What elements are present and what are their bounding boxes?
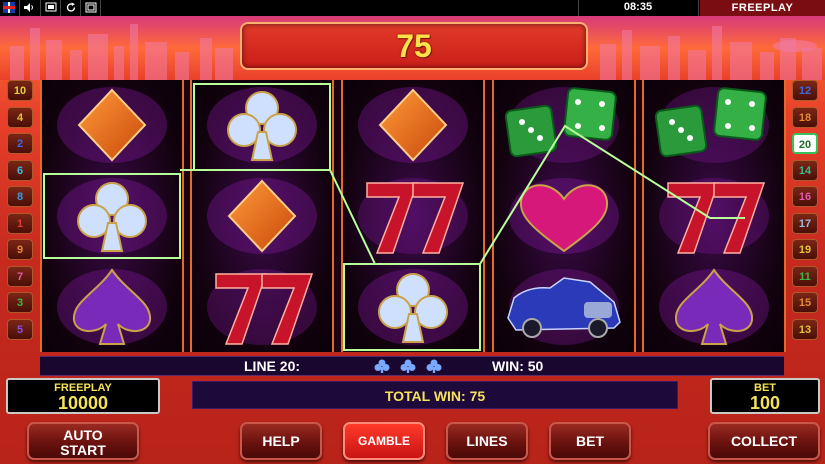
- reels-area[interactable]: [40, 80, 786, 352]
- line-indicator-7[interactable]: 7: [7, 265, 33, 287]
- club-mini-icon: [426, 359, 442, 373]
- auto-start-label-2: START: [60, 442, 106, 458]
- spade-symbol: [42, 262, 182, 352]
- sound-icon[interactable]: [23, 2, 35, 13]
- line-indicator-4[interactable]: 4: [7, 106, 33, 128]
- diamond-symbol: [192, 171, 332, 261]
- reel-3: [341, 80, 485, 352]
- dice-symbol: [644, 80, 784, 170]
- line-indicator-8[interactable]: 8: [7, 186, 33, 207]
- line-indicator-20[interactable]: 20: [792, 133, 818, 154]
- club-mini-icon: [400, 359, 416, 373]
- line-indicator-15[interactable]: 15: [792, 292, 818, 313]
- line-indicator-19[interactable]: 19: [792, 239, 818, 260]
- bet-button[interactable]: BET: [549, 422, 631, 460]
- line-indicator-13[interactable]: 13: [792, 318, 818, 340]
- credit-panel: FREEPLAY 10000: [6, 378, 160, 414]
- line-indicator-3[interactable]: 3: [7, 292, 33, 313]
- club-symbol: [192, 80, 332, 170]
- line-indicator-12[interactable]: 12: [792, 80, 818, 101]
- car-symbol: [494, 262, 634, 352]
- line-label: LINE 20:: [244, 358, 301, 374]
- line-indicator-14[interactable]: 14: [792, 159, 818, 181]
- bet-value: 100: [749, 393, 781, 413]
- reel-2: [190, 80, 334, 352]
- line-info-bar: LINE 20: WIN: 50: [40, 356, 784, 376]
- bet-panel: BET 100: [710, 378, 820, 414]
- diamond-symbol: [343, 80, 483, 170]
- uk-flag-icon[interactable]: [3, 2, 15, 13]
- line-symbols: [374, 359, 442, 373]
- fullscreen-icon[interactable]: [85, 2, 97, 13]
- credit-value: 10000: [57, 393, 109, 413]
- help-button[interactable]: HELP: [240, 422, 322, 460]
- collect-button[interactable]: COLLECT: [708, 422, 820, 460]
- line-indicator-5[interactable]: 5: [7, 318, 33, 340]
- club-symbol: [343, 262, 483, 352]
- line-indicator-11[interactable]: 11: [792, 265, 818, 287]
- line-indicator-2[interactable]: 2: [7, 133, 33, 154]
- spade-symbol: [644, 262, 784, 352]
- clock: 08:35: [623, 1, 653, 13]
- freeplay-mode-label: FREEPLAY: [700, 0, 825, 16]
- reel-4: [492, 80, 636, 352]
- seven-symbol: [192, 262, 332, 352]
- screen-icon[interactable]: [45, 2, 57, 13]
- club-symbol: [42, 171, 182, 261]
- reel-5: [642, 80, 786, 352]
- line-indicator-17[interactable]: 17: [792, 212, 818, 234]
- dice-symbol: [494, 80, 634, 170]
- refresh-icon[interactable]: [65, 2, 77, 13]
- gamble-button[interactable]: GAMBLE: [343, 422, 425, 460]
- diamond-symbol: [42, 80, 182, 170]
- heart-symbol: [494, 171, 634, 261]
- win-amount-display: 75: [240, 22, 588, 70]
- seven-symbol: [644, 171, 784, 261]
- top-bar: 08:35 FREEPLAY: [0, 0, 825, 16]
- club-mini-icon: [374, 359, 390, 373]
- line-indicator-10[interactable]: 10: [7, 80, 33, 101]
- line-indicator-6[interactable]: 6: [7, 159, 33, 181]
- total-win-bar: TOTAL WIN: 75: [192, 381, 678, 409]
- line-indicator-18[interactable]: 18: [792, 106, 818, 128]
- line-indicator-16[interactable]: 16: [792, 186, 818, 207]
- line-win-label: WIN: 50: [492, 358, 544, 374]
- auto-start-button[interactable]: AUTO START: [27, 422, 139, 460]
- seven-symbol: [343, 171, 483, 261]
- line-indicator-1[interactable]: 1: [7, 212, 33, 234]
- line-indicator-9[interactable]: 9: [7, 239, 33, 260]
- reel-1: [40, 80, 184, 352]
- lines-button[interactable]: LINES: [446, 422, 528, 460]
- slot-game: 08:35 FREEPLAY 75 LINE 20: WIN: 50 FREEP…: [0, 0, 825, 464]
- auto-start-label-1: AUTO: [63, 427, 103, 443]
